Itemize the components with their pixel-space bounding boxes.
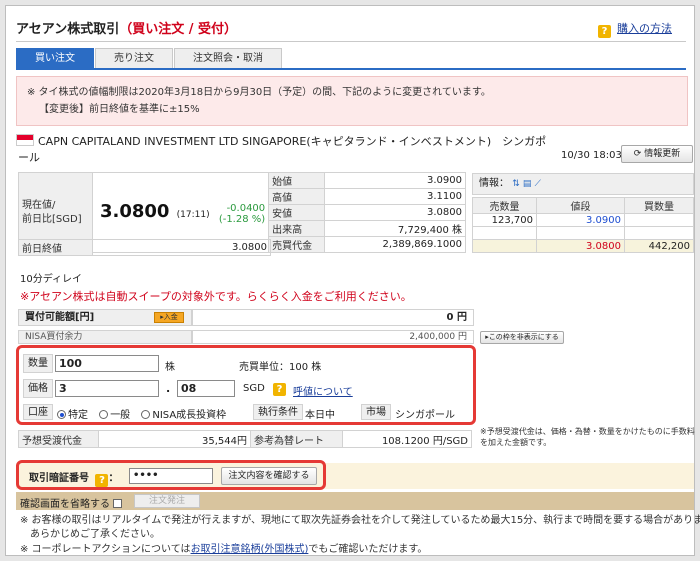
price-integer-input[interactable]: 3 [55, 380, 159, 397]
skip-confirm-option[interactable]: 確認画面を省略する [20, 495, 122, 510]
price-decimal-point: . [166, 382, 171, 395]
page-frame: アセアン株式取引（買い注文 / 受付） ? 購入の方法 買い注文 売り注文 注文照… [5, 5, 700, 556]
ask-price[interactable]: 3.0900 [536, 213, 625, 227]
fx-rate-label: 参考為替レート [250, 430, 343, 448]
high-label: 高値 [268, 188, 326, 205]
execution-condition-value: 本日中 [305, 410, 335, 421]
account-options: 特定 一般 NISA成長投資枠 [57, 406, 226, 421]
low-value: 3.0800 [324, 204, 466, 221]
bid-price[interactable]: 3.0800 [536, 239, 625, 253]
price-time: (17:11) [176, 209, 210, 220]
stock-name: CAPN CAPITALAND INVESTMENT LTD SINGAPORE… [38, 135, 547, 148]
help-icon: ? [598, 25, 611, 38]
notice-box: ※ タイ株式の値幅制限は2020年3月18日から9月30日（予定）の間、下記のよ… [16, 76, 688, 126]
turnover-label: 売買代金 [268, 236, 326, 253]
lot-size: 売買単位：100 株 [239, 362, 322, 373]
notice-line-1: ※ タイ株式の値幅制限は2020年3月18日から9月30日（予定）の間、下記のよ… [27, 87, 491, 98]
deposit-button[interactable]: ▸入金 [154, 312, 184, 323]
footer-note-2: あらかじめご了承ください。 [30, 529, 160, 540]
turnover-value: 2,389,869.1000 [324, 236, 466, 253]
chart-icon[interactable]: ⟋ [535, 179, 541, 189]
estimate-label: 予想受渡代金 [18, 430, 99, 448]
volume-value: 7,729,400 株 [324, 220, 466, 237]
footer-note-3: ※ コーポレートアクションについてはお取引注意銘柄(外国株式)でもご確認いただけ… [20, 544, 428, 555]
confirm-order-button[interactable]: 注文内容を確認する [221, 467, 317, 485]
prev-close-value: 3.0800 [92, 239, 271, 256]
hide-frame-button[interactable]: ▸この枠を非表示にする [480, 331, 564, 344]
prev-close-label: 前日終値 [18, 239, 93, 256]
divider [16, 41, 686, 42]
tab-sell[interactable]: 売り注文 [95, 48, 173, 68]
tick-size-link[interactable]: 呼値について [293, 383, 353, 398]
estimate-table: 予想受渡代金 35,544円 参考為替レート 108.1200 円/SGD [18, 430, 472, 448]
caution-stocks-link[interactable]: お取引注意銘柄(外国株式) [191, 544, 309, 555]
tab-underline [16, 68, 686, 70]
nisa-label: NISA買付余力 [18, 330, 192, 344]
order-tabs: 買い注文 売り注文 注文照会・取消 [16, 48, 283, 68]
skip-confirm-checkbox[interactable] [113, 499, 122, 508]
password-label: 取引暗証番号 ?： [29, 473, 119, 487]
prev-close-table: 前日終値 3.0800 [18, 239, 271, 256]
volume-label: 出来高 [268, 220, 326, 237]
password-input[interactable]: •••• [129, 468, 213, 484]
price-label: 価格 [23, 379, 53, 398]
market-label: 市場 [361, 404, 391, 420]
price-change: -0.0400 (-1.28 %) [218, 202, 266, 225]
delay-note: 10分ディレイ [20, 274, 83, 285]
singapore-flag-icon [16, 134, 34, 146]
buying-power-value: 0 円 [192, 309, 474, 326]
low-label: 安値 [268, 204, 326, 221]
password-help-icon[interactable]: ? [95, 474, 109, 487]
sort-icon[interactable]: ⇅ [512, 179, 520, 189]
board-info-row: 情報： ⇅ ▤ ⟋ [472, 173, 694, 195]
quantity-label: 数量 [23, 354, 53, 373]
high-value: 3.1100 [324, 188, 466, 205]
estimate-note: ※予想受渡代金は、価格・為替・数量をかけたものに手数料を加えた金額です。 [480, 427, 695, 447]
notice-line-2: 【変更後】前日終値を基準に±15% [39, 104, 200, 115]
page-title: アセアン株式取引（買い注文 / 受付） [16, 22, 238, 37]
account-label: 口座 [23, 404, 53, 420]
bid-qty: 442,200 [624, 239, 694, 253]
current-price: 3.0800 [100, 200, 170, 222]
tab-buy[interactable]: 買い注文 [16, 48, 94, 68]
refresh-icon: ⟳ [633, 149, 642, 159]
market-value: シンガポール [395, 410, 455, 421]
order-form: 数量 100 株 売買単位：100 株 価格 3 . 08 SGD ? 呼値につ… [16, 345, 476, 425]
submit-order-button[interactable]: 注文発注 [134, 494, 200, 508]
board-table: 売数量 値段 買数量 123,700 3.0900 3.0800 442,200 [472, 197, 694, 253]
account-specific-radio[interactable]: 特定 [57, 410, 88, 421]
tab-order-inquiry[interactable]: 注文照会・取消 [174, 48, 282, 68]
account-general-radio[interactable]: 一般 [99, 410, 130, 421]
ask-qty: 123,700 [472, 213, 537, 227]
execution-condition-label: 執行条件 [253, 404, 303, 420]
refresh-button[interactable]: ⟳ 情報更新 [621, 145, 693, 163]
sweep-notice: ※アセアン株式は自動スイープの対象外です。らくらく入金をご利用ください。 [20, 290, 412, 303]
account-nisa-radio[interactable]: NISA成長投資枠 [141, 410, 226, 421]
price-decimal-input[interactable]: 08 [177, 380, 235, 397]
password-section: 取引暗証番号 ?： •••• 注文内容を確認する [16, 460, 326, 490]
col-buy-qty: 買数量 [624, 197, 694, 214]
price-currency: SGD [243, 383, 265, 394]
quantity-input[interactable]: 100 [55, 355, 159, 372]
col-sell-qty: 売数量 [472, 197, 537, 214]
help-link[interactable]: ? 購入の方法 [598, 20, 672, 38]
quote-timestamp: 10/30 18:03 [561, 150, 622, 161]
open-value: 3.0900 [324, 172, 466, 189]
estimate-value: 35,544円 [98, 430, 251, 448]
nisa-value: 2,400,000 円 [192, 330, 474, 344]
col-price: 値段 [536, 197, 625, 214]
open-label: 始値 [268, 172, 326, 189]
tick-help-icon[interactable]: ? [273, 382, 286, 396]
quantity-unit: 株 [165, 362, 175, 373]
fx-rate-value: 108.1200 円/SGD [342, 430, 472, 448]
stock-name-cont: ール [18, 151, 40, 164]
document-icon[interactable]: ▤ [523, 179, 532, 189]
order-board: 情報： ⇅ ▤ ⟋ 売数量 値段 買数量 123,700 3.0900 3.08… [472, 173, 694, 255]
footer-note-1: ※ お客様の取引はリアルタイムで発注が行えますが、現地にて取次先証券会社を介して… [20, 515, 700, 526]
